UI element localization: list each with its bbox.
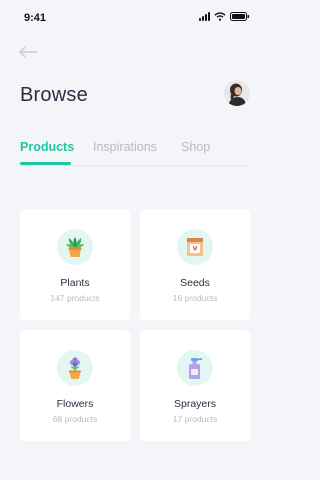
tab-products[interactable]: Products — [20, 140, 74, 154]
category-name: Flowers — [56, 398, 94, 410]
icon-badge — [177, 350, 213, 386]
avatar[interactable] — [224, 80, 250, 106]
active-tab-indicator — [20, 162, 71, 165]
flower-pot-icon — [69, 357, 81, 379]
spray-bottle-icon — [189, 358, 202, 379]
category-count: 17 products — [172, 414, 218, 424]
seed-packet-icon — [187, 238, 203, 256]
category-count: 68 products — [52, 414, 98, 424]
tab-bar: Products Inspirations Shop — [20, 132, 250, 166]
category-card-seeds[interactable]: Seeds 16 products — [140, 209, 250, 320]
status-icons — [199, 12, 250, 21]
category-name: Sprayers — [173, 398, 216, 410]
category-name: Plants — [60, 277, 90, 289]
category-card-flowers[interactable]: Flowers 68 products — [20, 330, 130, 441]
user-photo-icon — [224, 80, 250, 106]
tab-inspirations[interactable]: Inspirations — [93, 140, 157, 154]
category-card-plants[interactable]: Plants 147 products — [20, 209, 130, 320]
back-arrow-icon — [19, 46, 37, 58]
icon-badge — [177, 229, 213, 265]
category-count: 16 products — [172, 293, 218, 303]
category-card-sprayers[interactable]: Sprayers 17 products — [140, 330, 250, 441]
icon-badge — [57, 350, 93, 386]
potted-plant-icon — [66, 237, 84, 257]
page-title: Browse — [20, 84, 88, 106]
tab-shop[interactable]: Shop — [181, 140, 210, 154]
signal-icon — [199, 12, 210, 21]
status-bar: 9:41 — [0, 0, 270, 32]
status-time: 9:41 — [24, 12, 47, 24]
icon-badge — [57, 229, 93, 265]
back-button[interactable] — [18, 42, 40, 62]
category-name: Seeds — [180, 277, 210, 289]
category-count: 147 products — [50, 293, 100, 303]
wifi-icon — [214, 12, 226, 21]
battery-icon — [230, 12, 250, 21]
